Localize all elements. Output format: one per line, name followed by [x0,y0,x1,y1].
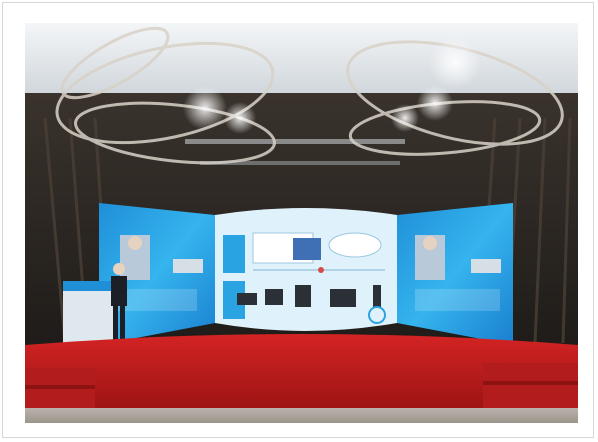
lighting-truss [185,139,405,144]
photo-frame [2,2,594,438]
floor [25,408,578,423]
event-photo [25,23,578,423]
left-screen-device [173,259,203,273]
stage-scene [25,23,578,423]
stage-steps-right [483,363,578,408]
right-side-screen [397,203,513,345]
podium [63,281,115,347]
right-screen-device [471,259,501,273]
